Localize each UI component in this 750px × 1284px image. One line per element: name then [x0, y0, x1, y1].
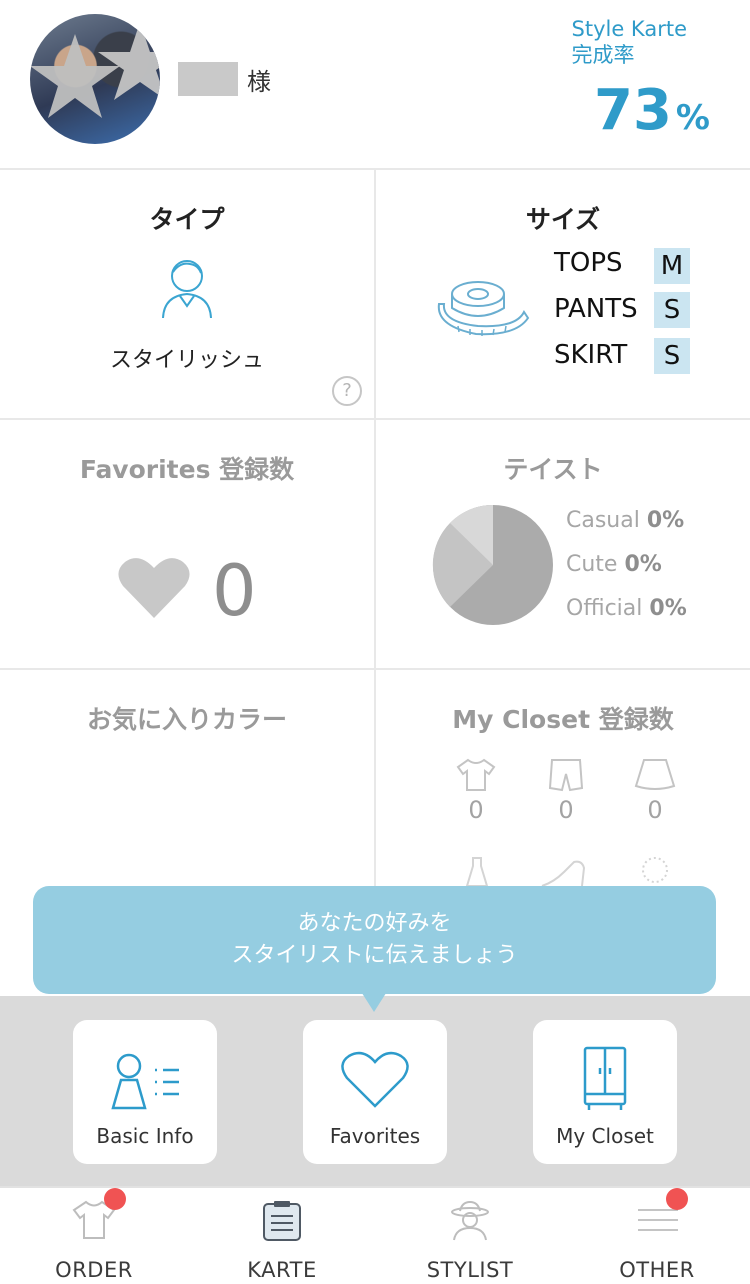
size-value-skirt: S	[654, 338, 690, 374]
style-karte-label: Style Karte	[571, 17, 687, 41]
size-name-pants: PANTS	[554, 294, 638, 324]
taste-card[interactable]: テイスト Casual 0% Cute 0% Official 0%	[374, 420, 750, 670]
size-name-skirt: SKIRT	[554, 340, 628, 370]
size-card[interactable]: サイズ TOPS M PANTS S SKIRT S	[374, 170, 750, 420]
my-closet-button[interactable]: My Closet	[533, 1020, 677, 1164]
tab-karte-label: KARTE	[247, 1258, 317, 1282]
taste-name-cute: Cute	[566, 552, 618, 577]
taste-pie-chart	[432, 504, 553, 625]
closet-card[interactable]: My Closet 登録数 0 0 0	[374, 670, 750, 900]
taste-value-cute: 0%	[624, 552, 662, 577]
tshirt-icon	[456, 758, 496, 791]
encouragement-tooltip: あなたの好みを スタイリストに伝えましょう	[33, 886, 716, 994]
heart-outline-icon	[341, 1051, 409, 1108]
dress-icon	[465, 857, 489, 886]
person-icon	[162, 260, 212, 319]
tooltip-arrow	[360, 990, 388, 1012]
order-notification-badge	[104, 1188, 126, 1210]
shortcut-panel: Basic Info Favorites My Closet	[0, 996, 750, 1186]
closet-count-tops: 0	[468, 796, 484, 824]
size-value-tops: M	[654, 248, 690, 284]
favorites-button[interactable]: Favorites	[303, 1020, 447, 1164]
taste-name-official: Official	[566, 596, 643, 621]
closet-icon	[583, 1046, 627, 1110]
taste-item-official: Official 0%	[566, 596, 687, 621]
closet-title: My Closet 登録数	[452, 705, 674, 734]
type-card[interactable]: タイプ スタイリッシュ ?	[0, 170, 374, 420]
tab-other[interactable]: OTHER	[564, 1188, 750, 1284]
size-value-pants: S	[654, 292, 690, 328]
star-sticker-icon	[30, 22, 160, 118]
favorite-color-title: お気に入りカラー	[86, 705, 287, 734]
size-name-tops: TOPS	[554, 248, 623, 278]
tab-stylist-label: STYLIST	[426, 1258, 514, 1282]
taste-title: テイスト	[503, 455, 603, 484]
user-name-redacted	[178, 62, 238, 96]
favorites-card[interactable]: Favorites 登録数 0	[0, 420, 374, 670]
type-title: タイプ	[149, 205, 225, 234]
closet-count-bottoms: 0	[558, 796, 574, 824]
favorites-label: Favorites	[329, 1124, 421, 1148]
stylist-icon	[451, 1200, 489, 1241]
taste-value-official: 0%	[649, 596, 687, 621]
bottom-tab-bar: ORDER KARTE STYLIST OTHER	[0, 1186, 750, 1284]
tab-other-label: OTHER	[619, 1258, 695, 1282]
tab-order[interactable]: ORDER	[0, 1188, 188, 1284]
completion-value: 73	[593, 78, 672, 143]
closet-count-skirts: 0	[647, 796, 663, 824]
favorites-count: 0	[212, 550, 257, 632]
profile-header: 様 Style Karte 完成率 73%	[0, 0, 750, 170]
tooltip-line-1: あなたの好みを	[297, 911, 452, 936]
favorites-title: Favorites 登録数	[79, 455, 295, 484]
shorts-icon	[548, 759, 584, 792]
other-notification-badge	[666, 1188, 688, 1210]
skirt-icon	[634, 759, 676, 790]
tab-order-label: ORDER	[55, 1258, 133, 1282]
measuring-tape-icon	[437, 281, 530, 336]
taste-item-cute: Cute 0%	[566, 552, 662, 577]
tab-stylist[interactable]: STYLIST	[376, 1188, 564, 1284]
size-title: サイズ	[525, 205, 601, 234]
karte-icon	[263, 1201, 301, 1241]
taste-value-casual: 0%	[646, 508, 685, 533]
basic-info-button[interactable]: Basic Info	[73, 1020, 217, 1164]
completion-percentage: 73%	[594, 78, 710, 143]
basic-info-label: Basic Info	[96, 1124, 194, 1148]
tab-karte[interactable]: KARTE	[188, 1188, 376, 1284]
my-closet-label: My Closet	[556, 1124, 654, 1148]
necklace-icon	[642, 857, 668, 883]
completion-unit: %	[675, 98, 710, 138]
heel-shoe-icon	[541, 860, 586, 887]
style-karte-title: Style Karte 完成率	[572, 16, 687, 68]
heart-icon	[118, 558, 190, 618]
taste-name-casual: Casual	[566, 508, 640, 533]
type-value: スタイリッシュ	[109, 348, 264, 373]
completion-rate-label: 完成率	[571, 43, 635, 67]
tooltip-line-2: スタイリストに伝えましょう	[231, 943, 518, 968]
basic-info-icon	[111, 1053, 179, 1110]
help-icon[interactable]: ?	[332, 376, 362, 406]
favorite-color-card[interactable]: お気に入りカラー	[0, 670, 374, 900]
taste-item-casual: Casual 0%	[566, 508, 684, 533]
avatar[interactable]	[30, 14, 160, 144]
honorific-label: 様	[247, 68, 271, 96]
